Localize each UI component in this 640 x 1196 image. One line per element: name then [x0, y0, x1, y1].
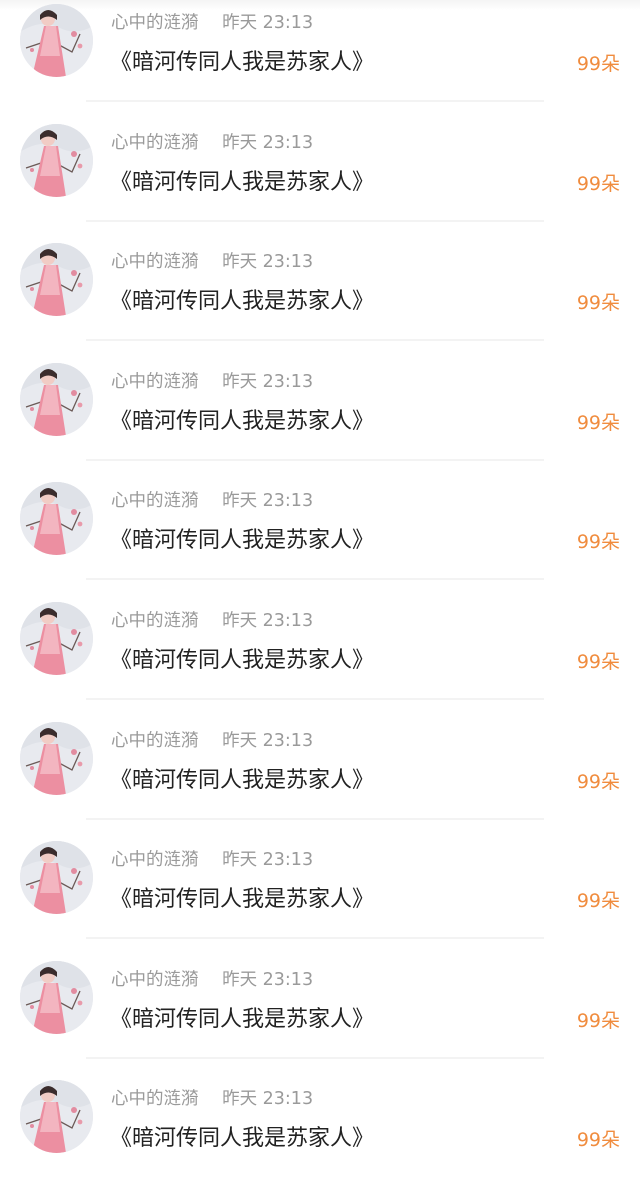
- gift-record-list: 心中的涟漪 昨天 23:13 《暗河传同人我是苏家人》 99朵 心中的涟漪 昨天…: [0, 0, 640, 1196]
- list-item[interactable]: 心中的涟漪 昨天 23:13 《暗河传同人我是苏家人》 99朵: [0, 837, 640, 957]
- list-item[interactable]: 心中的涟漪 昨天 23:13 《暗河传同人我是苏家人》 99朵: [0, 239, 640, 359]
- author-name[interactable]: 心中的涟漪: [111, 491, 199, 511]
- meta-line: 心中的涟漪 昨天 23:13: [111, 846, 313, 871]
- list-item[interactable]: 心中的涟漪 昨天 23:13 《暗河传同人我是苏家人》 99朵: [0, 1076, 640, 1196]
- author-name[interactable]: 心中的涟漪: [111, 611, 199, 631]
- author-name[interactable]: 心中的涟漪: [111, 850, 199, 870]
- author-name[interactable]: 心中的涟漪: [111, 1089, 199, 1109]
- list-item[interactable]: 心中的涟漪 昨天 23:13 《暗河传同人我是苏家人》 99朵: [0, 718, 640, 838]
- timestamp: 昨天 23:13: [222, 730, 314, 751]
- timestamp: 昨天 23:13: [222, 252, 314, 273]
- author-name[interactable]: 心中的涟漪: [111, 970, 199, 990]
- meta-line: 心中的涟漪 昨天 23:13: [111, 368, 313, 393]
- avatar[interactable]: [20, 841, 93, 915]
- list-item[interactable]: 心中的涟漪 昨天 23:13 《暗河传同人我是苏家人》 99朵: [0, 359, 640, 479]
- avatar[interactable]: [20, 482, 93, 556]
- timestamp: 昨天 23:13: [222, 1089, 314, 1110]
- avatar[interactable]: [20, 601, 93, 675]
- list-item[interactable]: 心中的涟漪 昨天 23:13 《暗河传同人我是苏家人》 99朵: [0, 598, 640, 718]
- timestamp: 昨天 23:13: [222, 132, 314, 153]
- divider: [86, 339, 544, 342]
- gift-count: 99朵: [576, 770, 620, 793]
- book-title[interactable]: 《暗河传同人我是苏家人》: [110, 44, 374, 76]
- meta-line: 心中的涟漪 昨天 23:13: [111, 487, 313, 512]
- gift-count: 99朵: [576, 411, 620, 434]
- meta-line: 心中的涟漪 昨天 23:13: [111, 129, 313, 154]
- book-title[interactable]: 《暗河传同人我是苏家人》: [110, 642, 374, 674]
- avatar[interactable]: [20, 960, 93, 1034]
- divider: [86, 1056, 544, 1059]
- list-item[interactable]: 心中的涟漪 昨天 23:13 《暗河传同人我是苏家人》 99朵: [0, 478, 640, 598]
- book-title[interactable]: 《暗河传同人我是苏家人》: [110, 762, 374, 794]
- divider: [86, 578, 544, 581]
- list-item[interactable]: 心中的涟漪 昨天 23:13 《暗河传同人我是苏家人》 99朵: [0, 0, 640, 120]
- timestamp: 昨天 23:13: [222, 371, 314, 392]
- gift-count: 99朵: [576, 1129, 620, 1152]
- book-title[interactable]: 《暗河传同人我是苏家人》: [110, 1120, 374, 1152]
- timestamp: 昨天 23:13: [222, 969, 314, 990]
- author-name[interactable]: 心中的涟漪: [111, 731, 199, 751]
- meta-line: 心中的涟漪 昨天 23:13: [111, 248, 313, 273]
- book-title[interactable]: 《暗河传同人我是苏家人》: [110, 283, 374, 315]
- author-name[interactable]: 心中的涟漪: [111, 372, 199, 392]
- meta-line: 心中的涟漪 昨天 23:13: [111, 607, 313, 632]
- timestamp: 昨天 23:13: [222, 850, 314, 871]
- avatar[interactable]: [20, 721, 93, 795]
- timestamp: 昨天 23:13: [222, 13, 314, 33]
- list-item[interactable]: 心中的涟漪 昨天 23:13 《暗河传同人我是苏家人》 99朵: [0, 120, 640, 240]
- gift-count: 99朵: [576, 292, 620, 315]
- avatar[interactable]: [20, 243, 93, 317]
- meta-line: 心中的涟漪 昨天 23:13: [111, 9, 313, 34]
- divider: [86, 100, 544, 102]
- list-item[interactable]: 心中的涟漪 昨天 23:13 《暗河传同人我是苏家人》 99朵: [0, 957, 640, 1077]
- divider: [86, 817, 544, 820]
- book-title[interactable]: 《暗河传同人我是苏家人》: [110, 1001, 374, 1033]
- divider: [86, 697, 544, 700]
- avatar[interactable]: [20, 1080, 93, 1154]
- author-name[interactable]: 心中的涟漪: [111, 252, 199, 272]
- divider: [86, 219, 544, 222]
- gift-count: 99朵: [576, 172, 620, 195]
- author-name[interactable]: 心中的涟漪: [111, 13, 199, 33]
- meta-line: 心中的涟漪 昨天 23:13: [111, 1085, 313, 1110]
- book-title[interactable]: 《暗河传同人我是苏家人》: [110, 403, 374, 435]
- meta-line: 心中的涟漪 昨天 23:13: [111, 727, 313, 752]
- gift-count: 99朵: [576, 53, 620, 75]
- author-name[interactable]: 心中的涟漪: [111, 133, 199, 153]
- gift-count: 99朵: [576, 650, 620, 673]
- gift-count: 99朵: [576, 890, 620, 913]
- avatar[interactable]: [20, 123, 93, 197]
- timestamp: 昨天 23:13: [222, 610, 314, 631]
- timestamp: 昨天 23:13: [222, 491, 314, 512]
- book-title[interactable]: 《暗河传同人我是苏家人》: [110, 881, 374, 913]
- meta-line: 心中的涟漪 昨天 23:13: [111, 966, 313, 991]
- divider: [86, 458, 544, 461]
- avatar[interactable]: [20, 362, 93, 436]
- avatar[interactable]: [20, 4, 93, 77]
- divider: [86, 937, 544, 940]
- book-title[interactable]: 《暗河传同人我是苏家人》: [110, 522, 374, 554]
- gift-count: 99朵: [576, 1009, 620, 1032]
- gift-count: 99朵: [576, 531, 620, 554]
- book-title[interactable]: 《暗河传同人我是苏家人》: [110, 164, 374, 196]
